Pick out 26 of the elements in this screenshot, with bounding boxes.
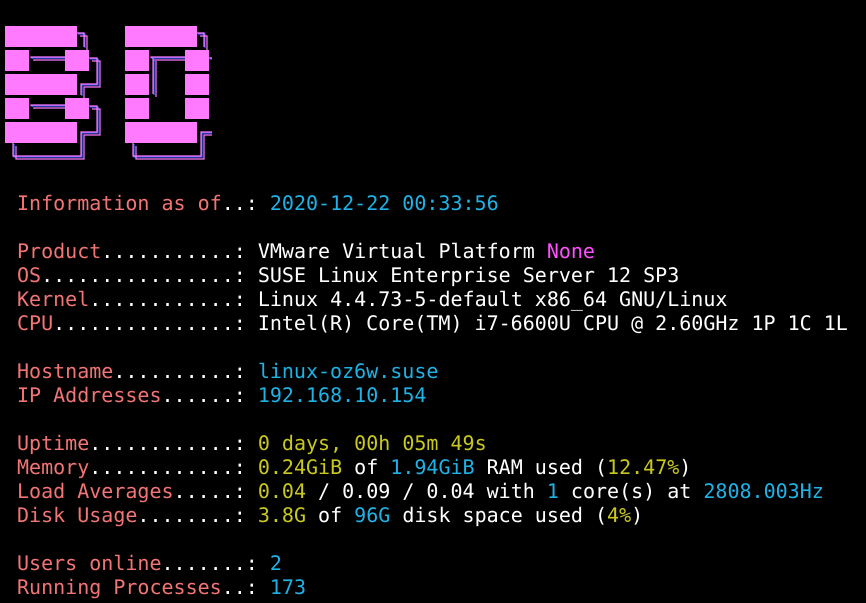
field-value: 3.8G of 96G disk space used (4%) [258,503,644,527]
field-label: Users online.......: [17,551,258,575]
field-label: CPU...............: [17,311,246,335]
field-label: OS................: [17,263,246,287]
field-value: 0 days, 00h 05m 49s [258,431,487,455]
field-value: VMware Virtual Platform None [258,239,595,263]
field-value: 0.24GiB of 1.94GiB RAM used (12.47%) [258,455,692,479]
field-value: 2 [270,551,282,575]
field-value: 173 [270,575,306,599]
field-value: 0.04 / 0.09 / 0.04 with 1 core(s) at 2808.003Hz [258,479,824,503]
field-value: 2020-12-22 00:33:56 [270,191,499,215]
field-label: Hostname..........: [17,359,246,383]
field-value: SUSE Linux Enterprise Server 12 SP3 [258,263,680,287]
field-label: Information as of..: [17,191,258,215]
field-label: Load Averages.....: [17,479,246,503]
field-label: Memory............: [17,455,246,479]
field-value: linux-oz6w.suse [258,359,438,383]
field-value: Linux 4.4.73-5-default x86_64 GNU/Linux [258,287,728,311]
field-label: Disk Usage........: [17,503,246,527]
field-label: Uptime............: [17,431,246,455]
field-label: Kernel............: [17,287,246,311]
field-label: Running Processes..: [17,575,258,599]
field-value: 192.168.10.154 [258,383,426,407]
field-value: Intel(R) Core(TM) i7-6600U CPU @ 2.60GHz 1P 1C 1L [258,311,848,335]
field-label: Product...........: [17,239,246,263]
field-label: IP Addresses......: [17,383,246,407]
